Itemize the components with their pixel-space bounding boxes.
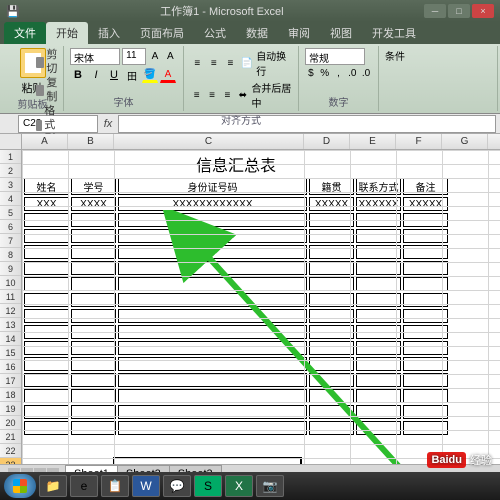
- task-app4[interactable]: 📷: [256, 475, 284, 497]
- brush-icon: [36, 120, 42, 131]
- cond-format-button[interactable]: 条件: [385, 48, 491, 63]
- wrap-text-button[interactable]: 📄: [240, 55, 255, 71]
- align-top-icon[interactable]: ≡: [190, 55, 205, 71]
- select-all-corner[interactable]: [0, 134, 22, 150]
- task-app2[interactable]: 💬: [163, 475, 191, 497]
- copy-button[interactable]: 复制: [36, 76, 63, 104]
- font-label: 字体: [70, 94, 177, 109]
- tab-file[interactable]: 文件: [4, 22, 46, 44]
- group-number: 常规 $ % , .0 .0 数字: [299, 46, 379, 111]
- align-mid-icon[interactable]: ≡: [207, 55, 222, 71]
- border-button[interactable]: 田: [124, 67, 140, 83]
- column-headers[interactable]: ABCDEFG: [22, 134, 500, 150]
- data-table: 信息汇总表姓名学号身份证号码籍贯联系方式备注XXXXXXXXXXXXXXXXXX…: [22, 150, 450, 437]
- number-format-select[interactable]: 常规: [305, 48, 365, 65]
- task-browser[interactable]: e: [70, 475, 98, 497]
- ribbon-tabs: 文件 开始 插入 页面布局 公式 数据 审阅 视图 开发工具: [0, 22, 500, 44]
- task-app[interactable]: 📋: [101, 475, 129, 497]
- worksheet[interactable]: ABCDEFG 12345678910111213141516171819202…: [0, 134, 500, 464]
- title-bar: 💾 工作簿1 - Microsoft Excel － □ ×: [0, 0, 500, 22]
- tab-layout[interactable]: 页面布局: [130, 22, 194, 44]
- start-button[interactable]: [4, 474, 36, 498]
- group-align: ≡ ≡ ≡ 📄 自动换行 ≡ ≡ ≡ ⬌ 合并后居中 对齐方式: [184, 46, 299, 111]
- watermark-text: 经验: [470, 452, 492, 468]
- cut-button[interactable]: 剪切: [36, 48, 63, 76]
- merge-button[interactable]: ⬌: [236, 87, 249, 103]
- tab-review[interactable]: 审阅: [278, 22, 320, 44]
- task-word[interactable]: W: [132, 475, 160, 497]
- tab-data[interactable]: 数据: [236, 22, 278, 44]
- wrap-label: 自动换行: [256, 48, 292, 78]
- minimize-button[interactable]: －: [424, 4, 446, 18]
- inc-decimal-icon[interactable]: .0: [346, 65, 358, 81]
- tab-view[interactable]: 视图: [320, 22, 362, 44]
- tab-home[interactable]: 开始: [46, 22, 88, 44]
- taskbar: 📁 e 📋 W 💬 S X 📷: [0, 472, 500, 500]
- task-explorer[interactable]: 📁: [39, 475, 67, 497]
- percent-icon[interactable]: %: [319, 65, 331, 81]
- font-size-select[interactable]: 11: [122, 48, 146, 65]
- group-font: 宋体 11 A A B I U 田 🪣 A 字体: [64, 46, 184, 111]
- font-color-button[interactable]: A: [160, 67, 176, 83]
- close-button[interactable]: ×: [472, 4, 494, 18]
- window-controls: － □ ×: [424, 4, 494, 18]
- underline-button[interactable]: U: [106, 67, 122, 83]
- align-left-icon[interactable]: ≡: [190, 87, 203, 103]
- merge-label: 合并后居中: [251, 80, 292, 110]
- bold-button[interactable]: B: [70, 67, 86, 83]
- group-clipboard: 粘贴 剪切 复制 格式刷 剪贴板: [2, 46, 64, 111]
- formula-bar[interactable]: [118, 115, 496, 133]
- comma-icon[interactable]: ,: [333, 65, 345, 81]
- tab-insert[interactable]: 插入: [88, 22, 130, 44]
- tab-dev[interactable]: 开发工具: [362, 22, 426, 44]
- grow-font-icon[interactable]: A: [148, 49, 161, 65]
- align-right-icon[interactable]: ≡: [221, 87, 234, 103]
- currency-icon[interactable]: $: [305, 65, 317, 81]
- shrink-font-icon[interactable]: A: [164, 49, 177, 65]
- scissors-icon: [36, 57, 44, 68]
- window-title: 工作簿1 - Microsoft Excel: [20, 3, 424, 19]
- align-center-icon[interactable]: ≡: [205, 87, 218, 103]
- number-label: 数字: [305, 94, 372, 109]
- group-styles: 条件: [379, 46, 498, 111]
- align-bot-icon[interactable]: ≡: [223, 55, 238, 71]
- maximize-button[interactable]: □: [448, 4, 470, 18]
- cell-grid[interactable]: 信息汇总表姓名学号身份证号码籍贯联系方式备注XXXXXXXXXXXXXXXXXX…: [22, 150, 500, 464]
- fill-color-button[interactable]: 🪣: [142, 67, 158, 83]
- align-label: 对齐方式: [190, 112, 292, 127]
- font-name-select[interactable]: 宋体: [70, 48, 120, 65]
- fx-icon[interactable]: fx: [98, 118, 118, 130]
- tab-formula[interactable]: 公式: [194, 22, 236, 44]
- task-excel[interactable]: X: [225, 475, 253, 497]
- row-headers[interactable]: 1234567891011121314151617181920212223: [0, 150, 22, 464]
- dec-decimal-icon[interactable]: .0: [360, 65, 372, 81]
- qat-save-icon[interactable]: 💾: [6, 5, 20, 18]
- watermark: Baidu 经验: [427, 452, 492, 468]
- copy-icon: [36, 85, 44, 96]
- task-app3[interactable]: S: [194, 475, 222, 497]
- watermark-logo: Baidu: [427, 452, 466, 468]
- italic-button[interactable]: I: [88, 67, 104, 83]
- ribbon: 粘贴 剪切 复制 格式刷 剪贴板 宋体 11 A A B I U 田 🪣 A 字…: [0, 44, 500, 114]
